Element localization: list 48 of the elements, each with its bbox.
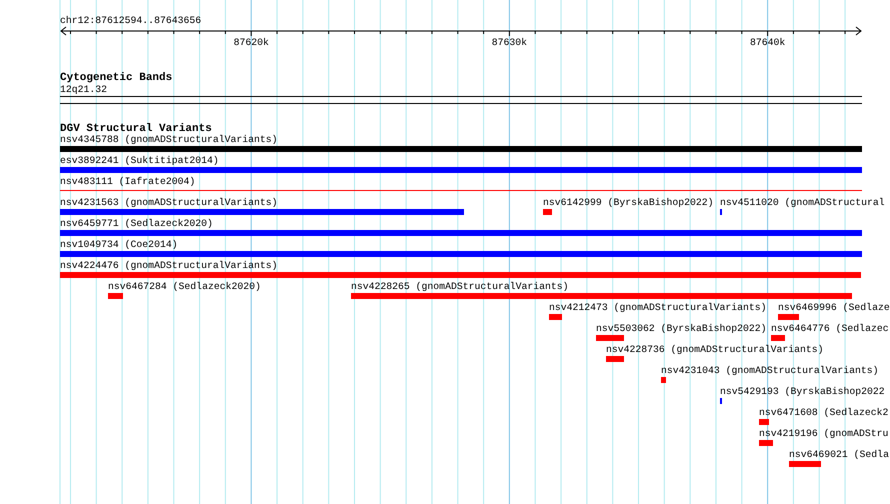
variant-label: nsv4511020 (gnomADStructural <box>720 197 885 208</box>
variant-label: nsv1049734 (Coe2014) <box>60 239 178 250</box>
location-label: chr12:87612594..87643656 <box>60 15 202 26</box>
band-outline[interactable] <box>60 96 862 104</box>
track-title: DGV Structural Variants <box>60 124 212 135</box>
variant-bar[interactable] <box>759 419 769 425</box>
variant-line[interactable] <box>60 190 862 191</box>
variant-label: nsv5503062 (ByrskaBishop2022) <box>596 323 766 334</box>
variant-bar[interactable] <box>60 251 862 257</box>
variant-bar[interactable] <box>60 272 861 278</box>
variant-bar[interactable] <box>351 293 852 299</box>
variant-label: nsv4345788 (gnomADStructuralVariants) <box>60 134 278 145</box>
variant-label: nsv6469021 (Sedla <box>789 449 889 460</box>
band-label: 12q21.32 <box>60 84 108 95</box>
track-title: Cytogenetic Bands <box>60 73 174 84</box>
variant-label: nsv6469996 (Sedlaze <box>778 302 890 313</box>
scale-tick-label: 87630k <box>492 37 528 48</box>
variant-bar[interactable] <box>60 230 862 236</box>
variant-bar[interactable] <box>789 461 821 467</box>
variant-label: nsv4212473 (gnomADStructuralVariants) <box>549 302 767 313</box>
variant-label: nsv4231563 (gnomADStructuralVariants) <box>60 197 278 208</box>
variant-bar[interactable] <box>60 146 862 152</box>
variant-label: nsv6464776 (Sedlazec <box>771 323 889 334</box>
scale-tick-label: 87640k <box>750 37 786 48</box>
variant-label: nsv4228736 (gnomADStructuralVariants) <box>606 344 824 355</box>
variant-label: nsv4219196 (gnomADStru <box>759 428 888 439</box>
variant-bar[interactable] <box>606 356 624 362</box>
variant-label: esv3892241 (Suktitipat2014) <box>60 155 219 166</box>
variant-label: nsv6467284 (Sedlazeck2020) <box>108 281 261 292</box>
variant-label: nsv5429193 (ByrskaBishop2022 <box>720 386 885 397</box>
variant-bar[interactable] <box>596 335 624 341</box>
variant-label: nsv4224476 (gnomADStructuralVariants) <box>60 260 278 271</box>
variant-label: nsv4228265 (gnomADStructuralVariants) <box>351 281 569 292</box>
variant-label: nsv4231043 (gnomADStructuralVariants) <box>661 365 879 376</box>
variant-bar[interactable] <box>60 209 464 215</box>
variant-bar[interactable] <box>778 314 799 320</box>
variant-bar[interactable] <box>771 335 785 341</box>
variant-bar[interactable] <box>759 440 773 446</box>
variant-label: nsv6142999 (ByrskaBishop2022) <box>543 197 714 208</box>
variant-bar[interactable] <box>108 293 123 299</box>
variant-bar[interactable] <box>549 314 562 320</box>
variant-label: nsv6471608 (Sedlazeck2 <box>759 407 888 418</box>
variant-bar[interactable] <box>543 209 552 215</box>
variant-label: nsv6459771 (Sedlazeck2020) <box>60 218 213 229</box>
variant-bar[interactable] <box>60 167 862 173</box>
variant-label: nsv483111 (Iafrate2004) <box>60 176 196 187</box>
variant-bar[interactable] <box>661 377 666 383</box>
scale-tick-label: 87620k <box>234 37 269 48</box>
